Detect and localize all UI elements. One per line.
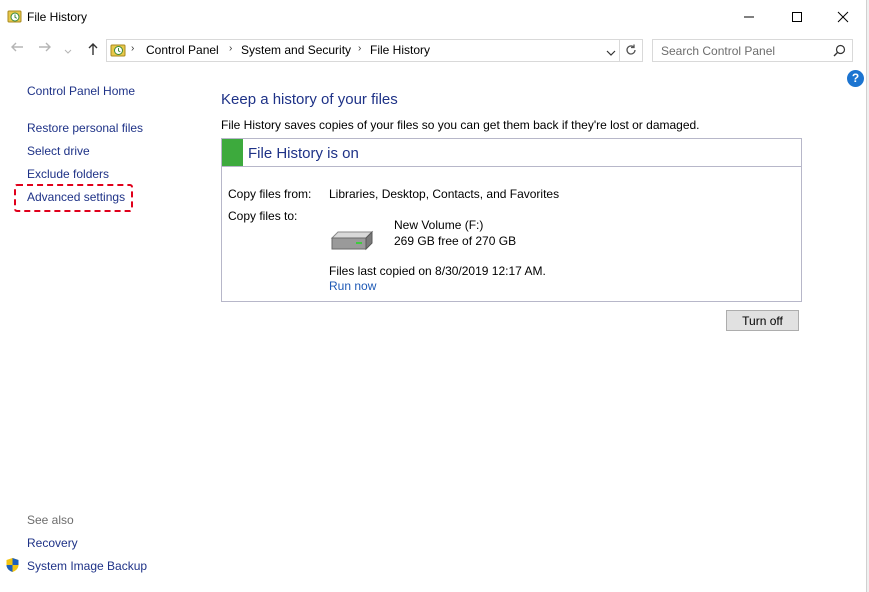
page-title: Keep a history of your files bbox=[221, 91, 398, 108]
status-indicator bbox=[222, 139, 243, 166]
last-copied-text: Files last copied on 8/30/2019 12:17 AM. bbox=[329, 264, 546, 278]
maximize-icon bbox=[792, 11, 802, 22]
search-icon[interactable] bbox=[833, 44, 846, 60]
sidebar-item-exclude-folders[interactable]: Exclude folders bbox=[27, 167, 109, 181]
copy-from-label: Copy files from: bbox=[228, 187, 312, 201]
breadcrumb-file-history[interactable]: File History bbox=[370, 43, 430, 57]
search-box[interactable]: Search Control Panel bbox=[652, 39, 853, 62]
breadcrumb-separator[interactable]: › bbox=[358, 43, 361, 54]
file-history-icon bbox=[7, 9, 22, 27]
recent-locations-dropdown-icon[interactable] bbox=[64, 44, 72, 58]
address-bar[interactable]: › Control Panel › System and Security › … bbox=[106, 39, 643, 62]
minimize-button[interactable] bbox=[726, 0, 772, 33]
drive-space: 269 GB free of 270 GB bbox=[394, 234, 517, 248]
minimize-icon bbox=[744, 16, 754, 17]
refresh-icon[interactable] bbox=[624, 43, 638, 60]
file-history-status-panel: File History is on Copy files from: Libr… bbox=[221, 138, 802, 302]
close-button[interactable] bbox=[820, 0, 866, 33]
drive-icon bbox=[330, 230, 374, 255]
see-also-heading: See also bbox=[27, 513, 74, 527]
see-also-recovery[interactable]: Recovery bbox=[27, 536, 78, 550]
breadcrumb-control-panel[interactable]: Control Panel bbox=[146, 43, 219, 57]
copy-from-value: Libraries, Desktop, Contacts, and Favori… bbox=[329, 187, 560, 201]
up-arrow-icon[interactable] bbox=[86, 42, 100, 59]
back-arrow-icon[interactable] bbox=[10, 40, 24, 58]
breadcrumb-separator[interactable]: › bbox=[131, 43, 134, 54]
page-description: File History saves copies of your files … bbox=[221, 118, 700, 132]
title-bar: File History bbox=[0, 0, 866, 33]
status-title: File History is on bbox=[248, 145, 359, 162]
status-header: File History is on bbox=[222, 139, 801, 167]
chevron-down-icon[interactable] bbox=[606, 46, 616, 60]
control-panel-icon bbox=[110, 42, 126, 61]
copy-to-label: Copy files to: bbox=[228, 209, 298, 223]
window-title: File History bbox=[27, 10, 88, 24]
close-icon bbox=[837, 11, 849, 22]
highlight-annotation bbox=[14, 184, 133, 212]
breadcrumb-separator[interactable]: › bbox=[229, 43, 232, 54]
help-icon[interactable]: ? bbox=[847, 70, 864, 87]
sidebar-item-select-drive[interactable]: Select drive bbox=[27, 144, 90, 158]
shield-icon bbox=[5, 557, 20, 576]
turn-off-button[interactable]: Turn off bbox=[726, 310, 799, 331]
maximize-button[interactable] bbox=[774, 0, 820, 33]
address-divider bbox=[619, 40, 620, 61]
forward-arrow-icon[interactable] bbox=[38, 40, 52, 58]
drive-name: New Volume (F:) bbox=[394, 218, 484, 232]
breadcrumb-system-security[interactable]: System and Security bbox=[241, 43, 351, 57]
search-input[interactable]: Search Control Panel bbox=[661, 44, 775, 58]
sidebar-item-control-panel-home[interactable]: Control Panel Home bbox=[27, 84, 135, 98]
sidebar-item-restore-personal-files[interactable]: Restore personal files bbox=[27, 121, 143, 135]
run-now-link[interactable]: Run now bbox=[329, 279, 376, 293]
see-also-system-image-backup[interactable]: System Image Backup bbox=[27, 559, 147, 573]
